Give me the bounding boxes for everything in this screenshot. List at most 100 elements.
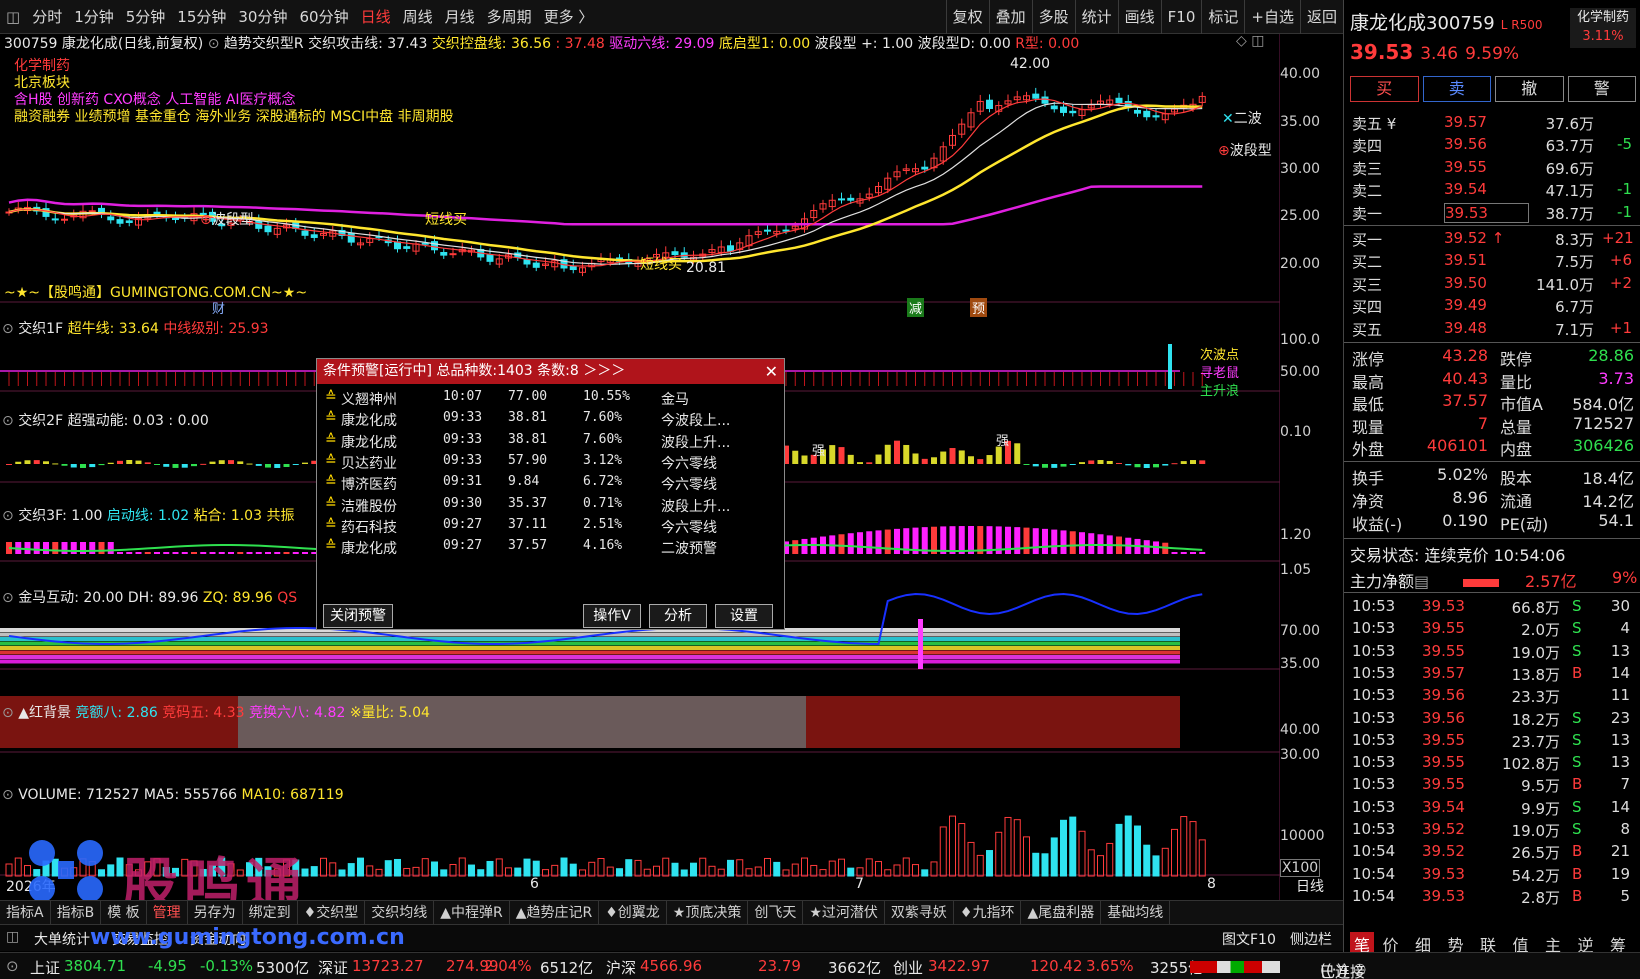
panel-toggle-icon[interactable]: ◫ [6, 929, 19, 945]
settings-button[interactable]: 设置 [715, 604, 773, 628]
stock-terminal-window: ◫ 分时 1分钟 5分钟 15分钟 30分钟 60分钟 日线 周线 月线 多周期 更多 〉 复权 叠加… [0, 0, 1640, 979]
indicator-tab-9[interactable]: ▲趋势庄记R [510, 900, 600, 925]
finance-marker[interactable]: 财 [212, 298, 225, 317]
indicator-tab-10[interactable]: ♦创翼龙 [599, 900, 667, 925]
indicator-tab-15[interactable]: ♦九指环 [954, 900, 1022, 925]
panel4-name[interactable]: 金马互动 [18, 590, 74, 606]
indicator-tab-12[interactable]: 创飞天 [748, 900, 804, 925]
sector-box[interactable]: 化学制药 3.11% [1570, 8, 1636, 48]
list-icon[interactable]: ▤ [1414, 572, 1429, 591]
analyze-button[interactable]: 分析 [649, 604, 707, 628]
indicator-tab-3[interactable]: 管理 [147, 900, 188, 925]
collapse-icon[interactable]: ⊙ [2, 321, 14, 337]
p2-bar [903, 444, 910, 464]
tool-button-0[interactable]: 复权 [945, 0, 989, 34]
indicator-tab-6[interactable]: ♦交织型 [298, 900, 366, 925]
tool-button-4[interactable]: 画线 [1117, 0, 1161, 34]
sh-index-name[interactable]: 上证 [30, 957, 60, 978]
alert-row[interactable]: ≙ 药石科技 09:27 37.11 2.51% 今六零线 [325, 516, 775, 537]
indicator-tab-11[interactable]: ★顶底决策 [667, 900, 749, 925]
tool-button-5[interactable]: F10 [1160, 0, 1202, 34]
tool-button-3[interactable]: 统计 [1074, 0, 1118, 34]
alert-row[interactable]: ≙ 康龙化成 09:33 38.81 7.60% 今波段上... [325, 409, 775, 430]
close-alert-button[interactable]: 关闭预警 [323, 604, 393, 628]
ticks-divider [1344, 592, 1640, 593]
clock-icon[interactable]: ⊙ [6, 957, 19, 975]
period-tab-9[interactable]: 多周期 [481, 6, 538, 27]
tool-button-8[interactable]: 返回 [1299, 0, 1343, 34]
f10-tab[interactable]: 图文F10 [1222, 929, 1276, 949]
operation-button[interactable]: 操作V [583, 604, 641, 628]
collapse-icon[interactable]: ⊙ [2, 508, 14, 524]
sz-index-name[interactable]: 深证 [318, 957, 348, 978]
alert-row[interactable]: ≙ 康龙化成 09:27 37.57 4.16% 二波预警 [325, 537, 775, 558]
ask-row[interactable]: 卖三 39.55 69.6万 [1344, 157, 1640, 179]
alert-row[interactable]: ≙ 康龙化成 09:33 38.81 7.60% 波段上升... [325, 431, 775, 452]
period-tab-5[interactable]: 60分钟 [293, 6, 354, 27]
indicator-tab-1[interactable]: 指标B [51, 900, 102, 925]
alert-button[interactable]: 警 [1567, 76, 1636, 102]
sidebar-tab[interactable]: 侧边栏 [1290, 929, 1332, 949]
bid-row[interactable]: 买一 39.52 ↑ 8.3万 +21 [1344, 228, 1640, 250]
bid-row[interactable]: 买二 39.51 7.5万 +6 [1344, 250, 1640, 272]
indicator-tab-13[interactable]: ★过河潜伏 [803, 900, 885, 925]
indicator-tab-14[interactable]: 双紫寻妖 [885, 900, 954, 925]
alert-row[interactable]: ≙ 洁雅股份 09:30 35.37 0.71% 波段上升... [325, 495, 775, 516]
panel6-name[interactable]: VOLUME: 712527 [18, 787, 139, 803]
condition-alert-dialog[interactable]: 条件预警[运行中] 总品种数:1403 条数:8 ＞＞＞ ✕ ≙ 义翘神州 10:0… [316, 358, 785, 630]
tool-button-6[interactable]: 标记 [1201, 0, 1244, 34]
alert-row[interactable]: ≙ 义翘神州 10:07 77.00 10.55% 金马 [325, 388, 775, 409]
layout-icon[interactable]: ◫ [0, 8, 26, 26]
tool-button-1[interactable]: 叠加 [988, 0, 1032, 34]
indicator-tab-8[interactable]: ▲中程弹R [434, 900, 510, 925]
indicator-tab-2[interactable]: 模 板 [101, 900, 147, 925]
reduce-marker[interactable]: 减 [907, 298, 925, 317]
tool-button-2[interactable]: 多股 [1031, 0, 1075, 34]
panel3-name[interactable]: 交织3F [18, 508, 62, 524]
indicator-tab-5[interactable]: 绑定到 [243, 900, 298, 925]
dialog-title-bar[interactable]: 条件预警[运行中] 总品种数:1403 条数:8 ＞＞＞ ✕ [317, 359, 784, 384]
forecast-marker[interactable]: 预 [970, 298, 988, 317]
period-tab-0[interactable]: 分时 [26, 6, 68, 27]
ask-row[interactable]: 卖四 39.56 63.7万 -5 [1344, 134, 1640, 156]
indicator-tab-7[interactable]: 交织均线 [365, 900, 435, 925]
period-tab-4[interactable]: 30分钟 [232, 6, 293, 27]
cy-index-name[interactable]: 创业 [893, 957, 923, 978]
buy-button[interactable]: 买 [1350, 76, 1419, 102]
bid-row[interactable]: 买五 39.48 7.1万 +1 [1344, 318, 1640, 340]
alert-row[interactable]: ≙ 博济医药 09:31 9.84 6.72% 今六零线 [325, 473, 775, 494]
indicator-tab-16[interactable]: ▲尾盘利器 [1021, 900, 1102, 925]
period-tab-6[interactable]: 日线 [355, 6, 397, 27]
close-icon[interactable]: ✕ [765, 359, 778, 384]
ask-row[interactable]: 卖二 39.54 47.1万 -1 [1344, 179, 1640, 201]
collapse-icon[interactable]: ⊙ [2, 413, 14, 429]
tick-row: 10:53 39.55 2.0万 S 4 [1344, 618, 1640, 640]
period-tab-1[interactable]: 1分钟 [68, 6, 120, 27]
panel5-name[interactable]: ▲红背景 [18, 705, 71, 721]
ask-row[interactable]: 卖一 39.53 38.7万 -1 [1344, 202, 1640, 224]
p3-bar [24, 542, 31, 554]
bid-row[interactable]: 买三 39.50 141.0万 +2 [1344, 273, 1640, 295]
bid-row[interactable]: 买四 39.49 6.7万 [1344, 295, 1640, 317]
tool-button-7[interactable]: +自选 [1244, 0, 1300, 34]
collapse-icon[interactable]: ⊙ [2, 590, 14, 606]
big-order-stats-tab[interactable]: 大单统计 [34, 929, 90, 949]
date-axis-unit[interactable]: 日线 [1296, 876, 1324, 896]
cancel-button[interactable]: 撤 [1495, 76, 1564, 102]
period-tab-7[interactable]: 周线 [397, 6, 439, 27]
alert-row[interactable]: ≙ 贝达药业 09:33 57.90 3.12% 今六零线 [325, 452, 775, 473]
collapse-icon[interactable]: ⊙ [2, 787, 14, 803]
period-tab-10[interactable]: 更多 〉 [538, 6, 600, 27]
hs-index-name[interactable]: 沪深 [606, 957, 636, 978]
period-tab-2[interactable]: 5分钟 [120, 6, 172, 27]
collapse-icon[interactable]: ⊙ [2, 705, 14, 721]
sell-button[interactable]: 卖 [1422, 76, 1491, 102]
period-tab-3[interactable]: 15分钟 [171, 6, 232, 27]
panel1-name[interactable]: 交织1F [18, 321, 63, 337]
indicator-tab-4[interactable]: 另存为 [188, 900, 243, 925]
ask-row[interactable]: 卖五 ¥ 39.57 37.6万 [1344, 112, 1640, 134]
indicator-tab-0[interactable]: 指标A [0, 900, 51, 925]
panel2-name[interactable]: 交织2F [18, 413, 63, 429]
period-tab-8[interactable]: 月线 [439, 6, 481, 27]
indicator-tab-17[interactable]: 基础均线 [1101, 900, 1171, 925]
